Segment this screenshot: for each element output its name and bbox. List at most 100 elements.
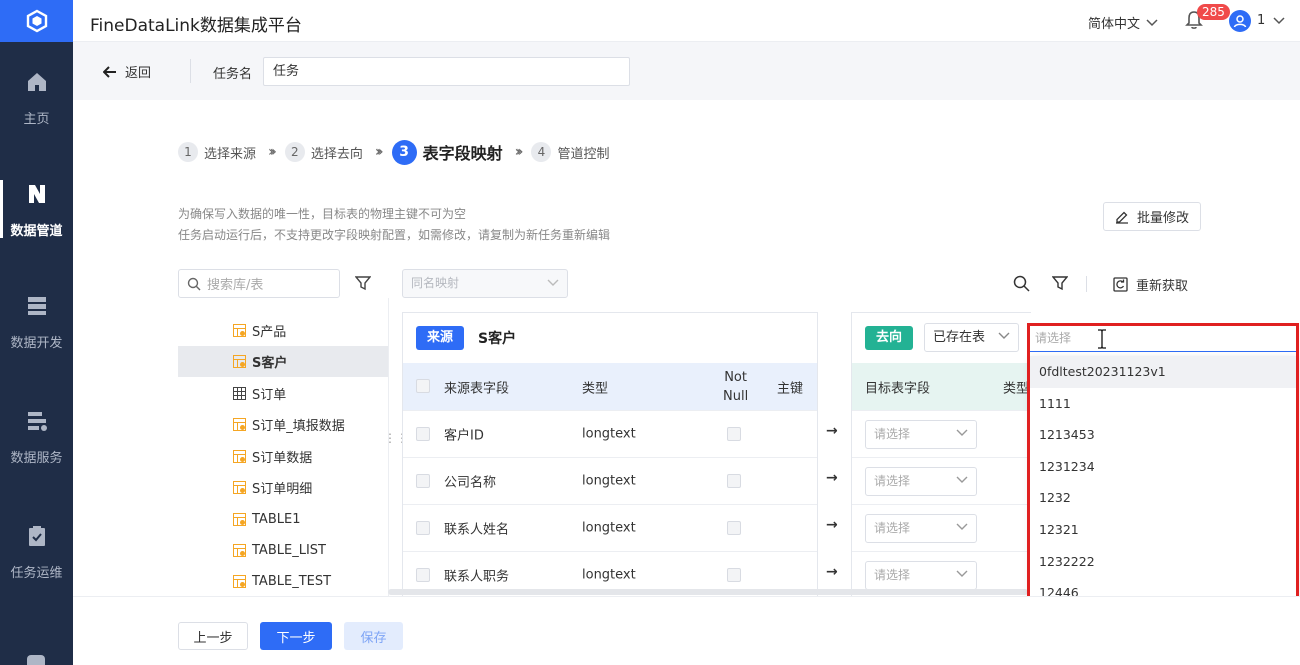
select-all-checkbox[interactable] [416,379,430,393]
target-field-placeholder: 请选择 [874,521,911,535]
row-checkbox[interactable] [416,521,430,535]
dropdown-option[interactable]: 1111 [1030,388,1298,420]
next-step-button[interactable]: 下一步 [260,622,332,650]
target-table-dropdown: 0fdltest20231123v1 1111 1213453 1231234 … [1030,356,1298,633]
double-chevron-icon: ››› [514,144,524,160]
table-row: 请选择 [852,504,1031,551]
refetch-button[interactable]: 重新获取 [1113,275,1188,294]
tree-item-label: TABLE_LIST [252,543,326,558]
tree-item-label: S订单_填报数据 [252,419,345,434]
filter-icon[interactable] [1052,275,1068,291]
target-field-select[interactable]: 请选择 [865,467,977,496]
chevron-down-icon [998,332,1010,339]
mapping-mode-select[interactable]: 同名映射 [402,269,568,298]
header-not-null: Not Null [723,368,748,406]
double-chevron-icon: ››› [268,144,277,160]
app-title: FineDataLink数据集成平台 [90,16,302,36]
tree-item[interactable]: S订单明细 [178,472,388,503]
dropdown-option[interactable]: 0fdltest20231123v1 [1030,356,1298,388]
target-field-select[interactable]: 请选择 [865,420,977,449]
search-icon[interactable] [1013,275,1030,292]
edit-icon [1115,211,1128,224]
dropdown-option[interactable]: 1232 [1030,482,1298,514]
not-null-checkbox [727,568,741,582]
step-pipeline-control: 4 管道控制 [531,142,609,162]
sidebar-item-ops[interactable]: 任务运维 [0,496,73,608]
language-select[interactable]: 简体中文 [1088,13,1158,32]
step-label: 选择去向 [310,146,363,162]
sidebar-item-service[interactable]: 数据服务 [0,381,73,493]
step-number: 4 [531,142,552,162]
sync-table-icon [233,575,246,588]
not-null-checkbox [727,427,741,441]
avatar[interactable] [1229,10,1251,32]
table-icon [233,387,246,400]
dropdown-option[interactable]: 1213453 [1030,419,1298,451]
step-label: 管道控制 [557,146,610,162]
tree-item-label: S产品 [252,325,287,340]
source-tag: 来源 [416,326,465,350]
tree-item[interactable]: S订单数据 [178,441,388,472]
field-type: longtext [582,567,636,583]
filter-icon[interactable] [355,275,371,291]
table-row: 联系人姓名 longtext [403,504,817,551]
field-name: 联系人职务 [444,569,510,585]
not-null-checkbox [727,521,741,535]
tree-item-label: TABLE_TEST [252,574,332,589]
divider [190,59,191,83]
tree-item[interactable]: S订单_填报数据 [178,409,388,440]
target-field-select[interactable]: 请选择 [865,514,977,543]
sidebar-item-home[interactable]: 主页 [0,42,73,154]
refetch-label: 重新获取 [1136,279,1189,294]
tree-item[interactable]: S产品 [178,315,388,346]
arrow-right-icon: → [826,423,838,439]
tree-item[interactable]: S客户 [178,346,388,377]
prev-step-button[interactable]: 上一步 [178,622,248,650]
header-primary-key: 主键 [777,381,804,396]
target-field-select[interactable]: 请选择 [865,561,977,590]
sync-table-icon [233,324,246,337]
user-menu[interactable]: 1 [1257,13,1285,28]
logo[interactable] [0,0,73,42]
service-icon [27,411,47,431]
task-bar: 返回 任务名 任务 [73,42,1300,100]
tree-item-label: S订单 [252,388,287,403]
develop-icon [27,296,46,315]
table-row: 客户ID longtext [403,410,817,457]
note-primary-key: 为确保写入数据的唯一性，目标表的物理主键不可为空 [178,207,467,221]
tree-item[interactable]: TABLE_LIST [178,535,388,566]
header-target-type: 类型 [1003,381,1030,396]
target-table-search-input[interactable]: 请选择 [1030,325,1298,352]
sync-table-icon [233,418,246,431]
dropdown-option[interactable]: 1231234 [1030,451,1298,483]
dropdown-option[interactable]: 1232222 [1030,546,1298,578]
row-checkbox[interactable] [416,474,430,488]
header-not-null-line2: Null [723,389,749,404]
notification-badge: 285 [1197,4,1230,20]
arrow-left-icon [103,65,116,78]
horizontal-scrollbar[interactable] [388,589,1028,595]
panel-divider [388,298,389,598]
task-name-input[interactable]: 任务 [263,57,630,86]
tree-item[interactable]: TABLE1 [178,504,388,535]
tree-item[interactable]: S订单 [178,378,388,409]
tree-item[interactable]: TABLE_TEST [178,566,388,597]
row-checkbox[interactable] [416,568,430,582]
step-label: 表字段映射 [422,144,503,163]
table-search-input[interactable]: 搜索库/表 [178,269,340,298]
double-chevron-icon: ››› [374,144,384,160]
chevron-down-icon [956,429,968,436]
target-field-placeholder: 请选择 [874,427,911,441]
dropdown-option[interactable]: 12321 [1030,514,1298,546]
batch-edit-button[interactable]: 批量修改 [1103,202,1201,231]
row-checkbox[interactable] [416,427,430,441]
sidebar-item-develop[interactable]: 数据开发 [0,266,73,378]
save-button[interactable]: 保存 [344,622,403,650]
field-name: 客户ID [444,428,484,444]
existing-table-select[interactable]: 已存在表 [924,323,1019,352]
sidebar-item-label: 数据开发 [10,335,63,351]
search-placeholder: 搜索库/表 [207,278,264,293]
back-button[interactable]: 返回 [103,62,151,81]
sidebar-item-pipeline[interactable]: 数据管道 [0,154,73,266]
sidebar-more-icon[interactable] [27,655,45,665]
